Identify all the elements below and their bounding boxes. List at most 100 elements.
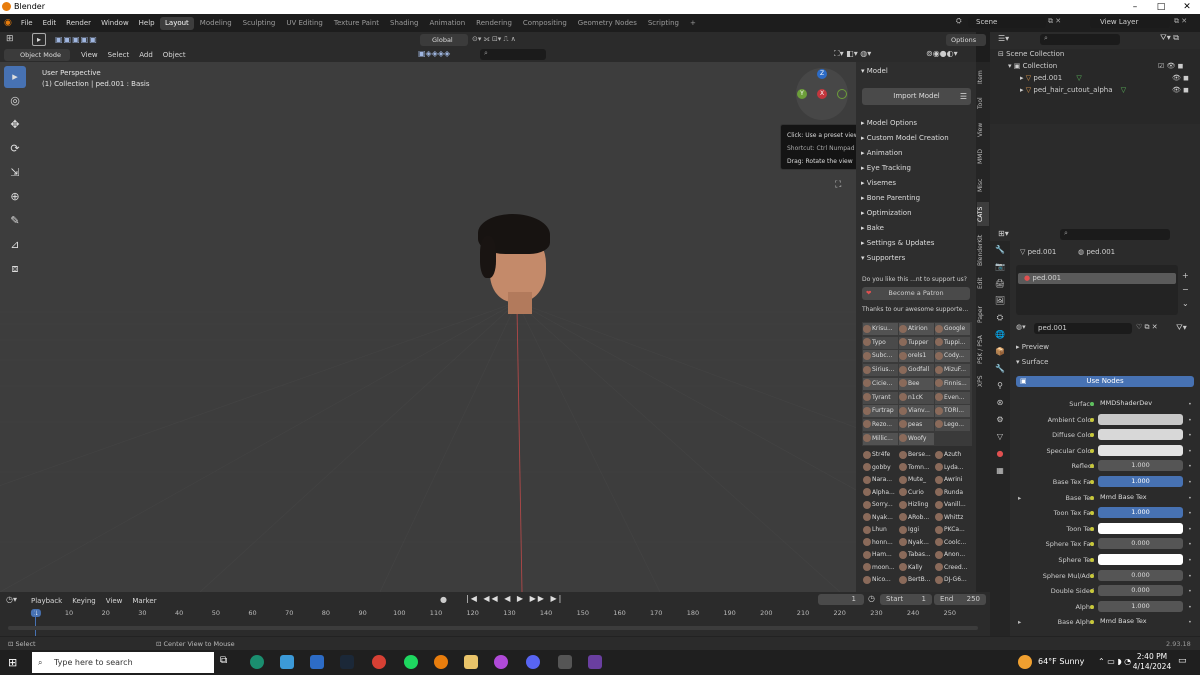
supporter-item[interactable]: Lyda... <box>935 462 970 474</box>
gizmo-z-axis[interactable]: Z <box>817 69 827 79</box>
keyframe-dot-icon[interactable]: • <box>1188 460 1192 472</box>
supporter-item[interactable]: Nara... <box>863 474 898 486</box>
maximize-button[interactable]: □ <box>1148 0 1174 14</box>
timeline-menu-view[interactable]: View <box>101 594 128 608</box>
vtab-view[interactable]: View <box>977 119 989 141</box>
property-value[interactable]: 1.000 <box>1098 460 1183 472</box>
supporter-item[interactable]: Woofy <box>899 432 934 445</box>
tab-uv-editing[interactable]: UV Editing <box>281 17 328 30</box>
supporter-item[interactable]: n1cK <box>899 391 934 404</box>
ped-visibility-icon[interactable]: 👁 ◼ <box>1172 74 1189 82</box>
timeline-scrollbar[interactable] <box>8 626 978 630</box>
supporter-item[interactable]: Iggi <box>899 524 934 536</box>
tab-layout[interactable]: Layout <box>160 17 194 30</box>
property-value[interactable]: 0.000 <box>1098 585 1183 597</box>
collection-visibility-icons[interactable]: ☑ 👁 ◼ <box>1158 62 1183 70</box>
keyframe-dot-icon[interactable]: • <box>1188 554 1192 566</box>
supporter-item[interactable]: Whittz <box>935 512 970 524</box>
keyframe-dot-icon[interactable]: • <box>1188 398 1192 410</box>
surface-panel-header[interactable]: ▾ Surface <box>1016 358 1048 366</box>
section-visemes[interactable]: ▸ Visemes <box>856 176 976 191</box>
vtab-paper[interactable]: Paper <box>977 302 989 328</box>
socket-dot-icon[interactable] <box>1090 495 1094 500</box>
timeline-menu-playback[interactable]: Playback <box>26 594 67 608</box>
scale-tool-icon[interactable]: ⇲ <box>4 162 26 184</box>
select-box-icon[interactable]: ▸ <box>32 33 46 46</box>
property-value[interactable] <box>1098 413 1183 425</box>
property-value[interactable] <box>1098 522 1183 534</box>
keyframe-dot-icon[interactable]: • <box>1188 523 1192 535</box>
socket-dot-icon[interactable] <box>1090 526 1094 531</box>
section-custom-model-creation[interactable]: ▸ Custom Model Creation <box>856 131 976 146</box>
keyframe-dot-icon[interactable]: • <box>1188 601 1192 613</box>
end-frame-field[interactable]: End 250 <box>934 594 986 605</box>
section-animation[interactable]: ▸ Animation <box>856 146 976 161</box>
edge-icon[interactable] <box>250 655 264 669</box>
scene-buttons[interactable]: ⧉ ✕ <box>1048 17 1088 28</box>
socket-dot-icon[interactable] <box>1090 417 1094 422</box>
keyframe-dot-icon[interactable]: • <box>1188 492 1192 504</box>
minimize-button[interactable]: – <box>1122 0 1148 14</box>
vtab-item[interactable]: Item <box>977 66 989 88</box>
object-mode-dropdown[interactable]: Object Mode <box>4 49 70 61</box>
section-settings-updates[interactable]: ▸ Settings & Updates <box>856 236 976 251</box>
supporter-item[interactable]: moon... <box>863 562 898 574</box>
tab-compositing[interactable]: Compositing <box>518 17 572 30</box>
view-layer-field[interactable]: View Layer <box>1090 17 1170 28</box>
taskbar-search-input[interactable]: ⌕ Type here to search <box>32 652 214 673</box>
windows-start-icon[interactable]: ⊞ <box>8 656 17 669</box>
supporter-item[interactable]: Kally <box>899 562 934 574</box>
scene-field[interactable]: Scene <box>968 17 1046 28</box>
close-button[interactable]: ✕ <box>1174 0 1200 14</box>
supporter-item[interactable]: Subc... <box>863 350 898 363</box>
record-button[interactable]: ● <box>440 595 447 604</box>
properties-editor-type-icon[interactable]: ⊞▾ <box>998 229 1009 238</box>
supporter-item[interactable]: Lhun <box>863 524 898 536</box>
chrome-icon[interactable] <box>372 655 386 669</box>
supporter-item[interactable]: ARob... <box>899 512 934 524</box>
timeline-menu-marker[interactable]: Marker <box>127 594 161 608</box>
transform-tool-icon[interactable]: ⊕ <box>4 186 26 208</box>
vtab-misc[interactable]: Misc <box>977 174 989 196</box>
outliner-search-input[interactable]: ⌕ <box>1040 34 1120 45</box>
expand-arrow-icon[interactable]: ▸ <box>1018 492 1021 504</box>
timeline-menu-keying[interactable]: Keying <box>67 594 101 608</box>
viewport-search-input[interactable]: ⌕ <box>480 49 546 60</box>
camera-view-icon[interactable]: ⛶ <box>835 180 841 190</box>
supporter-item[interactable]: Typo <box>863 336 898 349</box>
supporter-item[interactable]: Anon... <box>935 549 970 561</box>
rotate-tool-icon[interactable]: ⟳ <box>4 138 26 160</box>
expand-arrow-icon[interactable]: ▸ <box>1018 616 1021 628</box>
task-view-icon[interactable]: ⧉ <box>220 655 234 669</box>
socket-dot-icon[interactable] <box>1090 448 1094 453</box>
tab-rendering[interactable]: Rendering <box>471 17 517 30</box>
vtab-xps[interactable]: XPS <box>977 372 989 390</box>
property-value[interactable] <box>1098 554 1183 565</box>
supporter-item[interactable]: Furtrap <box>863 405 898 418</box>
playback-controls[interactable]: |◀ ◀◀ ◀ ▶ ▶▶ ▶| <box>466 594 563 603</box>
section-supporters[interactable]: ▾ Supporters <box>856 251 976 266</box>
supporter-item[interactable]: Str4fe <box>863 449 898 461</box>
property-value[interactable]: MMDShaderDev <box>1098 398 1183 409</box>
model-panel-header[interactable]: ▾ Model <box>856 64 976 79</box>
viewport-menu-add[interactable]: Add <box>134 48 158 62</box>
supporter-item[interactable]: Bee <box>899 377 934 390</box>
blender-menu-icon[interactable]: ◉ <box>4 18 12 28</box>
app-icon-cube[interactable] <box>558 655 572 669</box>
become-patron-button[interactable]: ❤ Become a Patron <box>862 287 970 300</box>
supporter-item[interactable]: PKCa... <box>935 524 970 536</box>
tab-scripting[interactable]: Scripting <box>643 17 684 30</box>
mail-icon[interactable] <box>310 655 324 669</box>
supporter-item[interactable]: Sorry... <box>863 499 898 511</box>
supporter-item[interactable]: Creed... <box>935 562 970 574</box>
add-cube-tool-icon[interactable]: ⧈ <box>4 258 26 280</box>
add-workspace-button[interactable]: + <box>685 17 701 30</box>
outliner-filter-icon[interactable]: ⛛▾ ⧉ <box>1160 33 1179 43</box>
supporter-item[interactable]: Finnis... <box>935 377 970 390</box>
navigation-gizmo[interactable]: Z Y X <box>796 68 848 120</box>
supporter-item[interactable]: honn... <box>863 537 898 549</box>
tab-shading[interactable]: Shading <box>385 17 423 30</box>
options-dropdown[interactable]: Options <box>946 34 986 46</box>
supporter-item[interactable]: Mute_ <box>899 474 934 486</box>
socket-dot-icon[interactable] <box>1090 402 1094 406</box>
